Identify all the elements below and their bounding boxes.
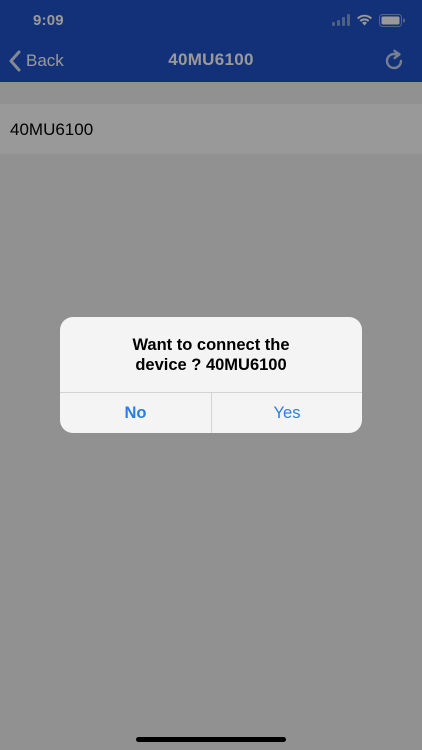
yes-button[interactable]: Yes [212, 393, 362, 433]
connect-alert-dialog: Want to connect the device ? 40MU6100 No… [60, 317, 362, 433]
home-indicator [136, 737, 286, 742]
alert-message-line-2: device ? 40MU6100 [135, 356, 287, 374]
no-button[interactable]: No [60, 393, 211, 433]
alert-message-line-1: Want to connect the [132, 336, 290, 354]
alert-message: Want to connect the device ? 40MU6100 [74, 335, 348, 375]
app-screen: 9:09 Back 40MU6100 40MU6100 Want to conn… [0, 0, 422, 750]
